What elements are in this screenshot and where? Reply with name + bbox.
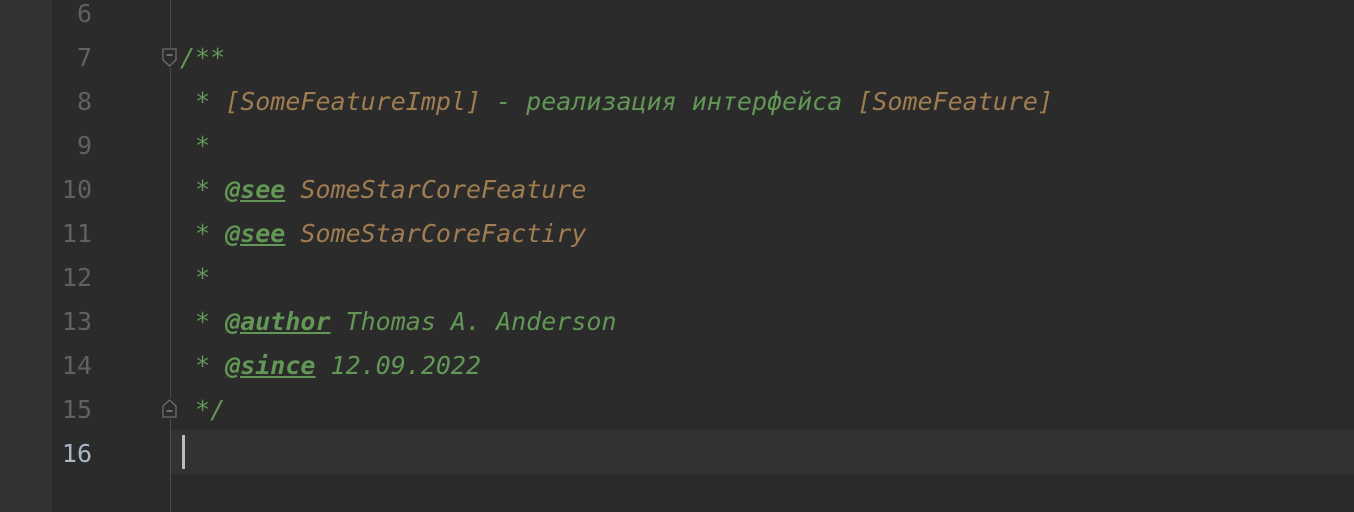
code-line-11[interactable]: 11 * @see SomeStarCoreFactiry: [0, 212, 1354, 256]
doc-tag: @see: [225, 219, 286, 248]
line-number: 7: [76, 43, 92, 72]
line-number: 14: [61, 351, 92, 380]
comment-prefix: *: [180, 175, 226, 204]
doc-link[interactable]: SomeStarCoreFactiry: [285, 219, 586, 248]
code-line-15[interactable]: 15 */: [0, 388, 1354, 432]
doc-tag: @see: [225, 175, 286, 204]
doc-link[interactable]: [SomeFeature]: [857, 87, 1053, 116]
text-caret: [182, 435, 185, 469]
code-line-14[interactable]: 14 * @since 12.09.2022: [0, 344, 1354, 388]
comment-prefix: *: [180, 131, 211, 160]
code-text: * @see SomeStarCoreFactiry: [180, 212, 586, 256]
code-text: * @author Thomas A. Anderson: [180, 300, 617, 344]
comment-prefix: *: [180, 219, 226, 248]
line-number: 9: [76, 131, 92, 160]
comment-prefix: *: [180, 87, 226, 116]
line-number: 10: [61, 175, 92, 204]
line-number: 8: [76, 87, 92, 116]
code-line-7[interactable]: 7 /**: [0, 36, 1354, 80]
comment-prefix: *: [180, 263, 211, 292]
line-number: 13: [61, 307, 92, 336]
comment-text: - реализация интерфейса: [481, 87, 858, 116]
doc-value: 12.09.2022: [315, 351, 482, 380]
code-line-9[interactable]: 9 *: [0, 124, 1354, 168]
code-text: * [SomeFeatureImpl] - реализация интерфе…: [180, 80, 1053, 124]
code-line-16[interactable]: 16: [0, 432, 1354, 476]
code-line-12[interactable]: 12 *: [0, 256, 1354, 300]
comment-prefix: *: [180, 307, 226, 336]
code-line-8[interactable]: 8 * [SomeFeatureImpl] - реализация интер…: [0, 80, 1354, 124]
code-text: */: [180, 395, 226, 424]
doc-link[interactable]: [SomeFeatureImpl]: [225, 87, 481, 116]
line-number: 15: [61, 395, 92, 424]
line-number: 11: [61, 219, 92, 248]
code-text: * @see SomeStarCoreFeature: [180, 168, 586, 212]
code-line-10[interactable]: 10 * @see SomeStarCoreFeature: [0, 168, 1354, 212]
code-text: * @since 12.09.2022: [180, 344, 481, 388]
doc-link[interactable]: SomeStarCoreFeature: [285, 175, 586, 204]
line-number-current: 16: [61, 439, 92, 468]
fold-end-icon[interactable]: [161, 398, 178, 418]
code-text: /**: [180, 43, 226, 72]
doc-tag: @author: [225, 307, 331, 336]
doc-value: Thomas A. Anderson: [330, 307, 617, 336]
code-line-6[interactable]: 6: [0, 0, 1354, 36]
comment-prefix: *: [180, 351, 226, 380]
code-line-13[interactable]: 13 * @author Thomas A. Anderson: [0, 300, 1354, 344]
line-number: 12: [61, 263, 92, 292]
fold-start-icon[interactable]: [161, 48, 178, 68]
doc-tag: @since: [225, 351, 316, 380]
line-number: 6: [76, 0, 92, 28]
code-editor[interactable]: 6 7 /** 8 * [SomeFeatureImpl] - реализац…: [0, 0, 1354, 512]
